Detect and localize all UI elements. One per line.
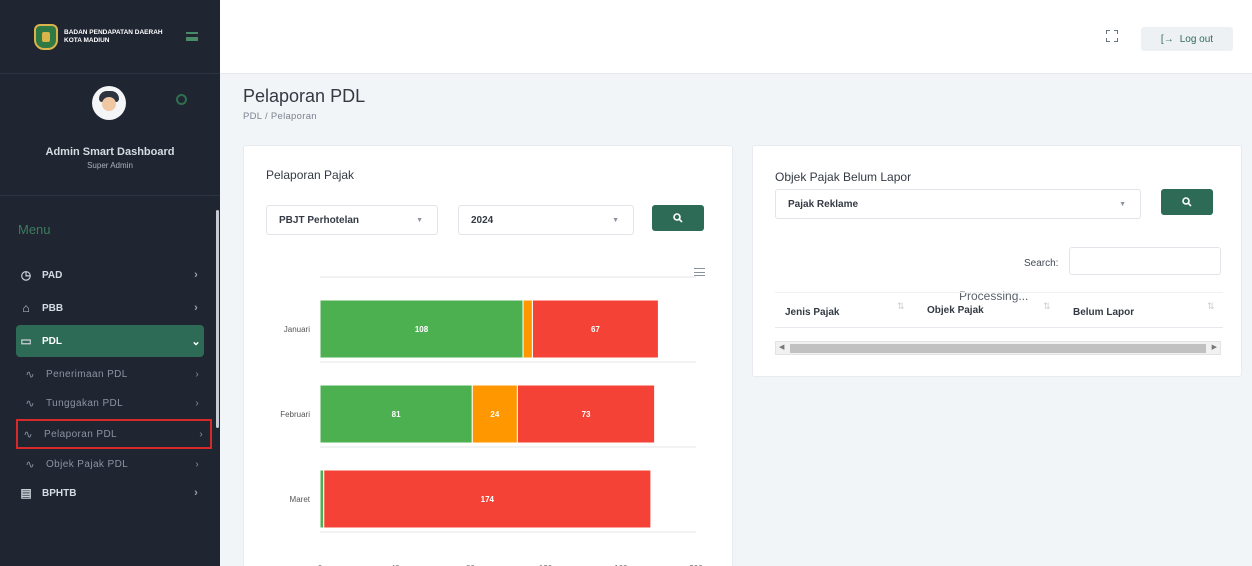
data-label: 108: [415, 325, 429, 334]
page-title: Pelaporan PDL: [243, 86, 366, 106]
sidebar-subitem-label: Objek Pajak PDL: [46, 458, 129, 470]
chevron-right-icon: ›: [195, 458, 199, 470]
logout-icon: [→: [1160, 33, 1174, 45]
avatar[interactable]: [92, 86, 126, 120]
document-icon: ▤: [20, 486, 32, 500]
search-label: Search:: [1024, 258, 1059, 269]
sidebar: BADAN PENDAPATAN DAERAH KOTA MADIUN Admi…: [0, 0, 220, 566]
objek-pajak-belum-lapor-card: Objek Pajak Belum Lapor Pajak Reklame ▼ …: [752, 145, 1242, 377]
brand: BADAN PENDAPATAN DAERAH KOTA MADIUN: [0, 0, 220, 74]
sidebar-subitem-label: Tunggakan PDL: [46, 397, 124, 409]
chevron-right-icon: ›: [194, 487, 198, 499]
activity-icon: ∿: [25, 458, 35, 471]
sidebar-item-pbb[interactable]: ⌂ PBB ›: [16, 292, 204, 324]
chevron-right-icon: ›: [194, 269, 198, 281]
profile-role: Super Admin: [87, 161, 133, 170]
profile-panel: Admin Smart Dashboard Super Admin: [0, 74, 220, 196]
column-header-objek-pajak[interactable]: Objek Pajak: [927, 305, 984, 316]
table-horizontal-scrollbar[interactable]: ◀ ▶: [775, 341, 1221, 355]
breadcrumb: PDL / Pelaporan: [243, 111, 317, 122]
pelaporan-pajak-card: Pelaporan Pajak PBJT Perhotelan ▼ 2024 ▼…: [243, 145, 733, 566]
data-label: 67: [591, 325, 600, 334]
sidebar-subitem-tunggakan-pdl[interactable]: ∿ Tunggakan PDL ›: [20, 390, 206, 416]
table-header-row: Jenis Pajak ⇅ Objek Pajak ⇅ Belum Lapor …: [775, 292, 1223, 328]
logout-button[interactable]: [→ Log out: [1141, 27, 1233, 51]
sidebar-subitem-pelaporan-pdl[interactable]: ∿ Pelaporan PDL ›: [16, 419, 212, 449]
data-label: 24: [490, 410, 499, 419]
activity-icon: ∿: [23, 428, 33, 441]
logout-label: Log out: [1179, 33, 1214, 45]
chevron-right-icon: ›: [195, 397, 199, 409]
search-button[interactable]: [1161, 189, 1213, 215]
sidebar-item-label: PAD: [42, 269, 63, 281]
sidebar-subitem-label: Penerimaan PDL: [46, 368, 128, 380]
menu-toggle-icon[interactable]: [186, 32, 198, 41]
activity-icon: ∿: [25, 397, 35, 410]
column-header-jenis-pajak[interactable]: Jenis Pajak: [785, 307, 839, 318]
column-header-belum-lapor[interactable]: Belum Lapor: [1073, 307, 1134, 318]
topbar: [→ Log out: [220, 0, 1252, 74]
settings-gear-icon[interactable]: [176, 94, 187, 105]
archive-icon: ▭: [20, 334, 32, 348]
sidebar-item-label: BPHTB: [42, 487, 77, 499]
data-label: 81: [392, 410, 401, 419]
fullscreen-icon[interactable]: [1106, 30, 1118, 42]
category-label: Februari: [280, 410, 310, 419]
chevron-right-icon: ›: [199, 428, 203, 440]
caret-down-icon: ▼: [1119, 201, 1126, 208]
profile-name: Admin Smart Dashboard: [45, 146, 175, 158]
city-emblem-icon: [34, 23, 58, 50]
sort-icon[interactable]: ⇅: [1207, 301, 1215, 312]
sidebar-subitem-penerimaan-pdl[interactable]: ∿ Penerimaan PDL ›: [20, 361, 206, 387]
menu-heading: Menu: [18, 222, 51, 237]
activity-icon: ∿: [25, 368, 35, 381]
sort-icon[interactable]: ⇅: [897, 301, 905, 312]
scroll-right-icon[interactable]: ▶: [1212, 343, 1217, 351]
sidebar-item-pad[interactable]: ◷ PAD ›: [16, 259, 204, 291]
sidebar-item-pdl[interactable]: ▭ PDL ⌄: [16, 325, 204, 357]
sidebar-item-label: PDL: [42, 335, 62, 347]
category-label: Maret: [290, 495, 311, 504]
bar-segment: [319, 469, 325, 529]
chevron-right-icon: ›: [194, 302, 198, 314]
category-label: Januari: [284, 325, 310, 334]
brand-name: BADAN PENDAPATAN DAERAH KOTA MADIUN: [64, 28, 163, 44]
search-icon: [1182, 197, 1192, 207]
stacked-bar-chart: Januari10867Februari812473Maret174040801…: [280, 276, 703, 566]
data-label: 174: [481, 495, 495, 504]
sort-icon[interactable]: ⇅: [1043, 301, 1051, 312]
sidebar-subitem-objek-pajak-pdl[interactable]: ∿ Objek Pajak PDL ›: [20, 451, 206, 477]
sidebar-item-bphtb[interactable]: ▤ BPHTB ›: [16, 477, 204, 509]
home-icon: ⌂: [22, 301, 30, 315]
sidebar-scrollbar[interactable]: [216, 210, 219, 428]
sidebar-item-label: PBB: [42, 302, 64, 314]
chevron-down-icon: ⌄: [191, 335, 201, 348]
tax-type-value: Pajak Reklame: [788, 198, 859, 210]
sidebar-subitem-label: Pelaporan PDL: [44, 428, 118, 440]
chevron-right-icon: ›: [195, 368, 199, 380]
table-search-input[interactable]: [1069, 247, 1221, 275]
bar-segment: [522, 299, 533, 359]
scrollbar-thumb[interactable]: [790, 344, 1206, 353]
card-title: Objek Pajak Belum Lapor: [775, 170, 912, 184]
data-label: 73: [582, 410, 591, 419]
clock-icon: ◷: [20, 268, 32, 282]
tax-type-select[interactable]: Pajak Reklame ▼: [775, 189, 1141, 219]
scroll-left-icon[interactable]: ◀: [779, 343, 784, 351]
